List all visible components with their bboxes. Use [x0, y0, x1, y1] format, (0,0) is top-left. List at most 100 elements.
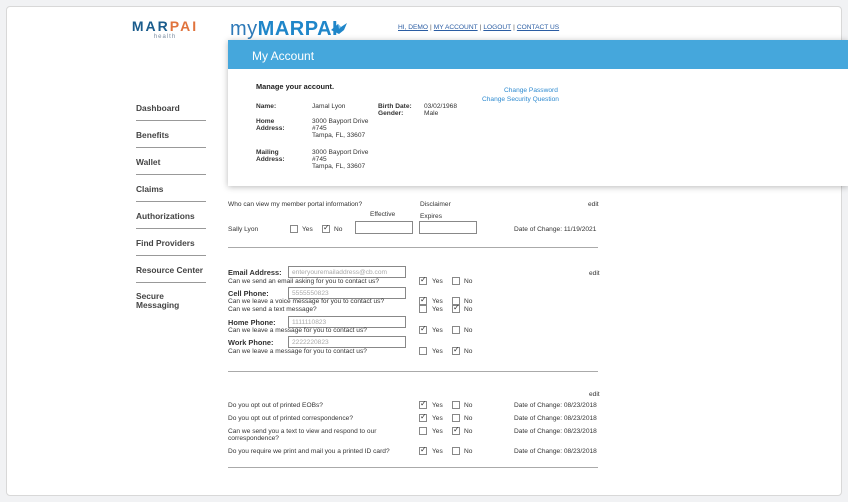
nav-benefits[interactable]: Benefits	[136, 130, 206, 140]
nav-secure-messaging[interactable]: Secure Messaging	[136, 292, 196, 310]
home-phone-question: Can we leave a message for you to contac…	[228, 327, 367, 334]
contact-edit-link[interactable]: edit	[589, 270, 600, 277]
pref-no-label: No	[464, 448, 473, 455]
my-account-link[interactable]: MY ACCOUNT	[434, 24, 478, 31]
pref-yes-label: Yes	[432, 415, 443, 422]
section-divider	[228, 371, 598, 372]
email-no-checkbox[interactable]	[452, 277, 460, 285]
nav-wallet[interactable]: Wallet	[136, 157, 206, 167]
home-address-line: Tampa, FL, 33607	[312, 132, 366, 139]
pref-eob-no-checkbox[interactable]	[452, 401, 460, 409]
nav-divider	[136, 147, 206, 148]
change-password-link[interactable]: Change Password	[504, 87, 558, 94]
nav-claims[interactable]: Claims	[136, 184, 206, 194]
cell-voice-no-label: No	[464, 298, 473, 305]
effective-date-input[interactable]	[355, 221, 413, 234]
greeting-link[interactable]: HI, DEMO	[398, 24, 428, 31]
pref-question: Do you opt out of printed correspondence…	[228, 415, 353, 422]
manage-heading: Manage your account.	[256, 82, 335, 91]
expires-date-input[interactable]	[419, 221, 477, 234]
name-value: Jamal Lyon	[312, 103, 346, 110]
work-phone-no-checkbox[interactable]	[452, 345, 460, 355]
account-card: My Account Manage your account. Change P…	[228, 40, 848, 186]
pref-eob-yes-checkbox[interactable]	[419, 399, 427, 409]
pref-text-yes-checkbox[interactable]	[419, 427, 427, 435]
pref-date-of-change: Date of Change: 08/23/2018	[514, 402, 597, 409]
nav-divider	[136, 201, 206, 202]
portal-person-name: Sally Lyon	[228, 226, 259, 233]
cell-text-yes-label: Yes	[432, 306, 443, 313]
home-phone-label: Home Phone:	[228, 318, 276, 327]
mailing-address-label: Mailing Address:	[256, 149, 285, 164]
nav-divider	[136, 120, 206, 121]
nav-authorizations[interactable]: Authorizations	[136, 211, 206, 221]
work-phone-yes-label: Yes	[432, 348, 443, 355]
mymarpai-logo[interactable]: myMARPAI	[230, 18, 338, 41]
logo-name: MARPAI	[257, 18, 339, 40]
change-security-question-link[interactable]: Change Security Question	[482, 96, 559, 103]
pref-correspondence-no-checkbox[interactable]	[452, 414, 460, 422]
pref-question: Do you require we print and mail you a p…	[228, 448, 390, 455]
nav-dashboard[interactable]: Dashboard	[136, 103, 206, 113]
home-phone-yes-label: Yes	[432, 327, 443, 334]
pref-date-of-change: Date of Change: 08/23/2018	[514, 428, 597, 435]
nav-divider	[136, 282, 206, 283]
pref-date-of-change: Date of Change: 08/23/2018	[514, 448, 597, 455]
nav-find-providers[interactable]: Find Providers	[136, 238, 206, 248]
bird-logo-icon	[331, 23, 347, 34]
email-yes-label: Yes	[432, 278, 443, 285]
nav-divider	[136, 228, 206, 229]
nav-resource-center[interactable]: Resource Center	[136, 265, 206, 275]
email-yes-checkbox[interactable]	[419, 275, 427, 285]
pref-id-card-no-checkbox[interactable]	[452, 447, 460, 455]
portal-yes-checkbox[interactable]	[290, 225, 298, 233]
top-links: HI, DEMO | MY ACCOUNT | LOGOUT | CONTACT US	[398, 24, 560, 31]
portal-edit-link[interactable]: edit	[588, 201, 599, 208]
effective-label: Effective	[370, 211, 396, 218]
home-phone-no-label: No	[464, 327, 473, 334]
logout-link[interactable]: LOGOUT	[483, 24, 511, 31]
home-phone-yes-checkbox[interactable]	[419, 324, 427, 334]
portal-no-checkbox[interactable]	[322, 223, 330, 233]
cell-question-voice: Can we leave a voice message for you to …	[228, 298, 385, 305]
nav-divider	[136, 255, 206, 256]
pref-question-cont: correspondence?	[228, 435, 279, 442]
account-title: My Account	[228, 40, 848, 69]
home-phone-no-checkbox[interactable]	[452, 326, 460, 334]
cell-text-no-checkbox[interactable]	[452, 303, 460, 313]
disclaimer-link[interactable]: Disclaimer	[420, 201, 451, 208]
cell-voice-yes-label: Yes	[432, 298, 443, 305]
email-no-label: No	[464, 278, 473, 285]
pref-no-label: No	[464, 415, 473, 422]
cell-text-yes-checkbox[interactable]	[419, 305, 427, 313]
portal-yes-label: Yes	[302, 226, 313, 233]
portal-no-label: No	[334, 226, 343, 233]
cell-phone-label: Cell Phone:	[228, 289, 269, 298]
logo-my: my	[230, 18, 258, 40]
work-phone-input[interactable]: 2222220823	[288, 336, 406, 348]
pref-date-of-change: Date of Change: 08/23/2018	[514, 415, 597, 422]
pref-text-no-checkbox[interactable]	[452, 425, 460, 435]
pref-id-card-yes-checkbox[interactable]	[419, 445, 427, 455]
cell-voice-yes-checkbox[interactable]	[419, 295, 427, 305]
portal-question: Who can view my member portal informatio…	[228, 201, 363, 208]
pref-correspondence-yes-checkbox[interactable]	[419, 412, 427, 422]
email-input[interactable]: enteryouremailaddress@cb.com	[288, 266, 406, 278]
pref-yes-label: Yes	[432, 402, 443, 409]
pref-no-label: No	[464, 428, 473, 435]
contact-us-link[interactable]: CONTACT US	[517, 24, 559, 31]
section-divider	[228, 467, 598, 468]
work-phone-label: Work Phone:	[228, 338, 274, 347]
marpai-health-logo[interactable]: MARPAI health	[130, 18, 200, 40]
work-phone-no-label: No	[464, 348, 473, 355]
prefs-edit-link[interactable]: edit	[589, 391, 600, 398]
cell-text-no-label: No	[464, 306, 473, 313]
work-phone-yes-checkbox[interactable]	[419, 347, 427, 355]
home-address-label: Home Address:	[256, 118, 285, 133]
email-question: Can we send an email asking for you to c…	[228, 278, 380, 285]
gender-value: Male	[424, 110, 439, 117]
section-divider	[228, 247, 598, 248]
cell-question-text: Can we send a text message?	[228, 306, 317, 313]
pref-question: Do you opt out of printed EOBs?	[228, 402, 323, 409]
pref-no-label: No	[464, 402, 473, 409]
